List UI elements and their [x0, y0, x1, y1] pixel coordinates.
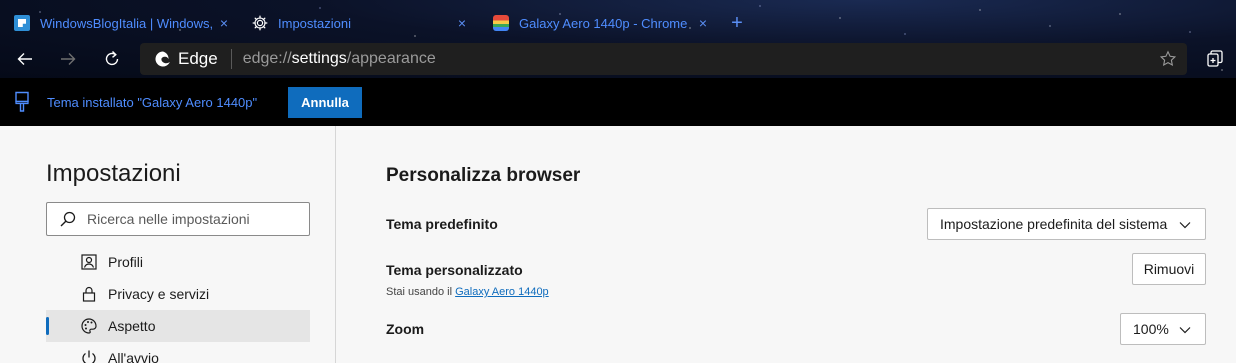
section-title: Personalizza browser — [386, 165, 581, 186]
custom-theme-subtext: Stai usando il Galaxy Aero 1440p — [386, 286, 549, 298]
palette-icon — [81, 318, 97, 334]
address-bar[interactable]: Edge edge://settings/appearance — [140, 43, 1187, 75]
search-icon — [60, 211, 76, 227]
tab-title: Impostazioni — [278, 15, 351, 31]
paintbrush-icon — [15, 91, 29, 112]
sidebar-item-label: Aspetto — [108, 318, 156, 334]
tab-impostazioni[interactable]: Impostazioni × — [252, 6, 470, 40]
navigation-bar: Edge edge://settings/appearance — [0, 42, 1236, 76]
windowsblogitalia-favicon-icon — [14, 15, 30, 31]
address-separator — [230, 49, 232, 69]
url-text[interactable]: edge://settings/appearance — [243, 50, 436, 68]
refresh-button[interactable] — [99, 46, 125, 72]
url-host: settings — [291, 50, 347, 67]
tab-galaxy-aero[interactable]: Galaxy Aero 1440p - Chrome We × — [493, 6, 711, 40]
settings-search[interactable] — [46, 202, 310, 236]
settings-sidebar: Impostazioni Profili Privacy e servizi — [0, 126, 336, 363]
tab-close-icon[interactable]: × — [695, 15, 711, 31]
browser-chrome: WindowsBlogItalia | Windows, S × Imposta… — [0, 0, 1236, 78]
tab-title: Galaxy Aero 1440p - Chrome We — [519, 15, 691, 31]
arrow-left-icon — [17, 53, 32, 65]
url-path: /appearance — [346, 50, 436, 67]
theme-installed-infobar: Tema installato "Galaxy Aero 1440p" Annu… — [0, 78, 1236, 126]
chevron-down-icon — [1179, 222, 1191, 229]
tab-windowsblogitalia[interactable]: WindowsBlogItalia | Windows, S × — [14, 6, 232, 40]
chrome-web-store-favicon-icon — [493, 15, 509, 31]
zoom-value: 100% — [1133, 321, 1169, 337]
infobar-message: Tema installato "Galaxy Aero 1440p" — [47, 94, 258, 110]
default-theme-value: Impostazione predefinita del sistema — [940, 216, 1168, 232]
gear-icon — [252, 15, 268, 31]
chevron-down-icon — [1179, 327, 1191, 334]
new-tab-button[interactable]: + — [728, 13, 746, 33]
url-prefix: edge:// — [242, 50, 292, 67]
using-prefix: Stai usando il — [386, 286, 456, 298]
default-theme-label: Tema predefinito — [386, 216, 498, 232]
sidebar-item-label: Profili — [108, 254, 144, 270]
edge-label: Edge — [178, 49, 218, 68]
forward-button[interactable] — [55, 46, 81, 72]
tab-title: WindowsBlogItalia | Windows, S — [40, 15, 212, 31]
sidebar-item-allavvio[interactable]: All'avvio — [46, 342, 310, 363]
sidebar-item-label: All'avvio — [108, 350, 159, 363]
remove-theme-button[interactable]: Rimuovi — [1132, 253, 1206, 285]
back-button[interactable] — [12, 46, 38, 72]
zoom-select[interactable]: 100% — [1120, 313, 1206, 345]
refresh-icon — [105, 50, 119, 66]
lock-icon — [82, 286, 96, 302]
tab-close-icon[interactable]: × — [454, 15, 470, 31]
undo-button[interactable]: Annulla — [288, 87, 362, 118]
profile-icon — [81, 254, 97, 270]
default-theme-select[interactable]: Impostazione predefinita del sistema — [927, 208, 1206, 240]
edge-logo-icon — [155, 51, 170, 67]
tab-close-icon[interactable]: × — [216, 15, 232, 31]
power-icon — [82, 350, 96, 363]
zoom-label: Zoom — [386, 321, 425, 337]
collections-icon[interactable] — [1205, 49, 1225, 69]
sidebar-item-privacy[interactable]: Privacy e servizi — [46, 278, 310, 310]
tab-strip: WindowsBlogItalia | Windows, S × Imposta… — [0, 6, 1236, 40]
theme-link[interactable]: Galaxy Aero 1440p — [455, 286, 549, 298]
search-input[interactable] — [87, 211, 297, 227]
sidebar-item-label: Privacy e servizi — [108, 286, 210, 302]
sidebar-item-aspetto[interactable]: Aspetto — [46, 310, 310, 342]
custom-theme-label: Tema personalizzato — [386, 262, 523, 278]
sidebar-title: Impostazioni — [46, 160, 181, 187]
star-favorite-icon[interactable] — [1159, 50, 1177, 68]
sidebar-item-profili[interactable]: Profili — [46, 246, 310, 278]
arrow-right-icon — [61, 53, 76, 65]
settings-main: Personalizza browser Tema predefinito Im… — [337, 126, 1236, 363]
